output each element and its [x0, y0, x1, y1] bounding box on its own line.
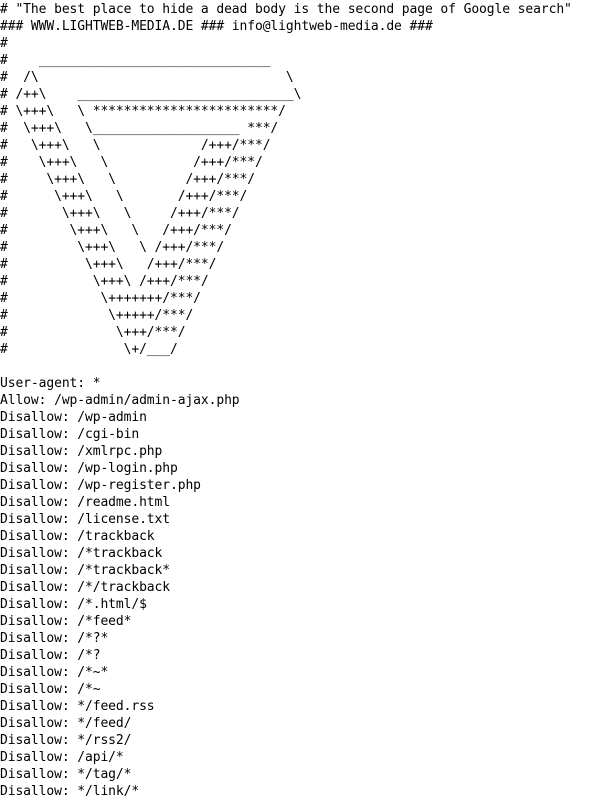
disallow-rule: Disallow: /readme.html: [0, 495, 170, 510]
disallow-rule: Disallow: /trackback: [0, 529, 155, 544]
ascii-art-line: # ______________________________: [0, 53, 271, 68]
disallow-rule: Disallow: /api/*: [0, 750, 124, 765]
disallow-rule: Disallow: */link/*: [0, 784, 140, 799]
disallow-rule: Disallow: */tag/*: [0, 767, 132, 782]
ascii-art-line: # \+++++++/***/: [0, 291, 201, 306]
ascii-art-line: # \+++\ \ /+++/***/: [0, 138, 271, 153]
ascii-art-line: # \+++\ /+++/***/: [0, 274, 209, 289]
disallow-rule: Disallow: */rss2/: [0, 733, 132, 748]
allow-rule: Allow: /wp-admin/admin-ajax.php: [0, 393, 240, 408]
ascii-art-line: # \+/___/: [0, 342, 178, 357]
ascii-art-line: # \+++\ \ /+++/***/: [0, 155, 263, 170]
user-agent-rule: User-agent: *: [0, 376, 101, 391]
disallow-rule: Disallow: /*?: [0, 648, 101, 663]
robots-txt-document: # "The best place to hide a dead body is…: [0, 1, 594, 800]
disallow-rule: Disallow: /wp-register.php: [0, 478, 201, 493]
ascii-art-line: # \+++\ \ /+++/***/: [0, 172, 255, 187]
ascii-art-line: # \+++++/***/: [0, 308, 194, 323]
ascii-art-line: # /\ \: [0, 70, 294, 85]
header-quote-line: # "The best place to hide a dead body is…: [0, 2, 572, 17]
disallow-rule: Disallow: /license.txt: [0, 512, 170, 527]
ascii-art-line: # \+++\ \ /+++/***/: [0, 240, 225, 255]
ascii-art-line: # \+++\ \ /+++/***/: [0, 189, 248, 204]
header-hash-line: #: [0, 36, 8, 51]
ascii-art-line: # \+++/***/: [0, 325, 186, 340]
disallow-rule: Disallow: /*?*: [0, 631, 109, 646]
disallow-rule: Disallow: /wp-login.php: [0, 461, 178, 476]
ascii-art-line: # \+++\ /+++/***/: [0, 257, 217, 272]
disallow-rule: Disallow: /cgi-bin: [0, 427, 140, 442]
disallow-rule: Disallow: */feed.rss: [0, 699, 155, 714]
ascii-art-line: # /++\ ____________________________\: [0, 87, 302, 102]
ascii-art-line: # \+++\ \ /+++/***/: [0, 206, 240, 221]
disallow-rule: Disallow: /*trackback: [0, 546, 163, 561]
header-contact-line: ### WWW.LIGHTWEB-MEDIA.DE ### info@light…: [0, 19, 433, 34]
disallow-rule: Disallow: /xmlrpc.php: [0, 444, 163, 459]
ascii-art-line: # \+++\ \ ************************/: [0, 104, 286, 119]
disallow-rule: Disallow: /*~: [0, 682, 101, 697]
ascii-art-line: # \+++\ \___________________ ***/: [0, 121, 279, 136]
disallow-rule: Disallow: /wp-admin: [0, 410, 147, 425]
disallow-rule: Disallow: /*~*: [0, 665, 109, 680]
disallow-rule: Disallow: /*/trackback: [0, 580, 170, 595]
disallow-rule: Disallow: /*.html/$: [0, 597, 147, 612]
disallow-rule: Disallow: /*feed*: [0, 614, 132, 629]
disallow-rule: Disallow: */feed/: [0, 716, 132, 731]
disallow-rule: Disallow: /*trackback*: [0, 563, 170, 578]
ascii-art-line: # \+++\ \ /+++/***/: [0, 223, 232, 238]
